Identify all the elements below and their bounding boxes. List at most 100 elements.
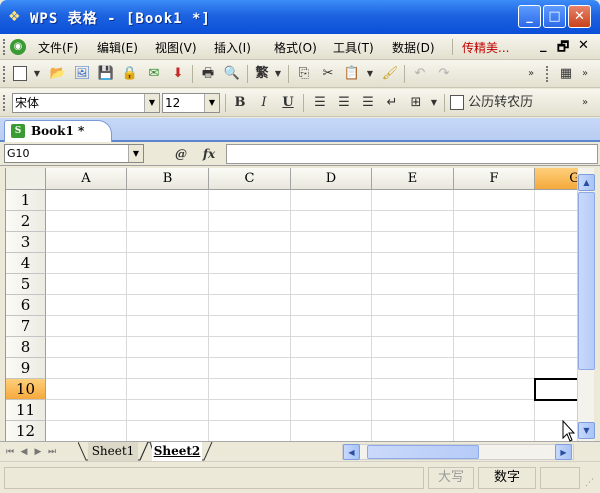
menu-data[interactable]: 数据(D) [392, 39, 435, 56]
column-header-a[interactable]: A [46, 168, 127, 190]
align-center-icon[interactable]: ☰ [334, 93, 354, 113]
formula-input[interactable] [226, 144, 598, 164]
row-header-12[interactable]: 12 [6, 421, 46, 441]
menubar-grip[interactable] [3, 39, 6, 55]
maximize-button[interactable]: □ [543, 5, 566, 28]
paste-icon[interactable]: 📋 [342, 64, 362, 84]
merge-dropdown-icon[interactable]: ▼ [428, 93, 440, 113]
format-painter-icon[interactable]: 🖌 [380, 64, 400, 84]
align-right-icon[interactable]: ☰ [358, 93, 378, 113]
close-button[interactable]: ✕ [568, 5, 591, 28]
cut-icon[interactable]: ✂ [318, 64, 338, 84]
row-header-5[interactable]: 5 [6, 274, 46, 295]
scroll-up-icon[interactable]: ▲ [578, 174, 595, 191]
align-left-icon[interactable]: ☰ [310, 93, 330, 113]
sheet-toolbar-icon[interactable]: ▦ [556, 64, 576, 84]
name-box[interactable]: G10 ▼ [4, 144, 144, 163]
row-header-8[interactable]: 8 [6, 337, 46, 358]
column-header-f[interactable]: F [454, 168, 535, 190]
row-header-11[interactable]: 11 [6, 400, 46, 421]
last-sheet-icon[interactable]: ⏭ [46, 445, 58, 459]
merge-cells-icon[interactable]: ⊞ [406, 93, 426, 113]
insert-function-icon[interactable]: fx [200, 145, 218, 163]
column-header-g[interactable]: G [535, 168, 577, 190]
row-header-7[interactable]: 7 [6, 316, 46, 337]
menu-edit[interactable]: 编辑(E) [97, 39, 138, 56]
vertical-scrollbar[interactable]: ▲ ▼ [577, 168, 595, 441]
row-header-3[interactable]: 3 [6, 232, 46, 253]
row-header-10[interactable]: 10 [6, 379, 46, 400]
copy-icon[interactable]: ⎘ [294, 64, 314, 84]
row-header-6[interactable]: 6 [6, 295, 46, 316]
column-header-e[interactable]: E [372, 168, 454, 190]
chevron-down-icon[interactable]: ▼ [204, 94, 219, 112]
menu-special-templates[interactable]: 传精美... [462, 39, 509, 56]
menu-format[interactable]: 格式(O) [274, 39, 317, 56]
sheet-tab-sheet1[interactable]: Sheet1 [88, 442, 138, 461]
title-bar[interactable]: ❖ WPS 表格 - [Book1 *] _ □ ✕ [0, 0, 600, 34]
selected-cell-g10[interactable] [534, 378, 577, 401]
font-name-select[interactable]: 宋体 ▼ [12, 93, 160, 113]
print-preview-icon[interactable]: 🔍 [222, 64, 242, 84]
horizontal-scrollbar[interactable]: ◀ ▶ [342, 444, 574, 460]
column-header-c[interactable]: C [209, 168, 291, 190]
open-folder-icon[interactable]: 📂 [48, 64, 68, 84]
document-menu-icon[interactable]: ◉ [10, 39, 26, 55]
menu-insert[interactable]: 插入(I) [214, 39, 251, 56]
row-header-2[interactable]: 2 [6, 211, 46, 232]
solar-to-lunar-button[interactable]: 公历转农历 [450, 93, 576, 113]
doc-close-button[interactable]: ✕ [578, 38, 589, 53]
menu-view[interactable]: 视图(V) [155, 39, 197, 56]
column-header-d[interactable]: D [291, 168, 372, 190]
sheet-tab-sheet2[interactable]: Sheet2 [152, 442, 202, 461]
bold-button[interactable]: B [230, 93, 250, 113]
doc-restore-button[interactable]: 🗗 [557, 38, 569, 60]
traditional-chinese-button[interactable]: 繁 [252, 64, 272, 84]
menu-tools[interactable]: 工具(T) [333, 39, 374, 56]
row-header-4[interactable]: 4 [6, 253, 46, 274]
menu-file[interactable]: 文件(F) [38, 39, 78, 56]
chevron-down-icon[interactable]: ▼ [128, 145, 143, 162]
toolbar-overflow-icon[interactable]: » [524, 64, 538, 84]
traditional-dropdown-icon[interactable]: ▼ [272, 64, 284, 84]
save-icon[interactable]: 💾 [96, 64, 116, 84]
select-all-corner[interactable] [6, 168, 46, 190]
doc-minimize-button[interactable]: _ [540, 38, 547, 53]
next-sheet-icon[interactable]: ▶ [32, 445, 44, 459]
scroll-left-icon[interactable]: ◀ [343, 444, 360, 460]
mail-icon[interactable]: ✉ [144, 64, 164, 84]
toolbar-grip[interactable] [3, 95, 6, 111]
underline-button[interactable]: U [278, 93, 298, 113]
resize-grip-icon[interactable]: ⋰ [585, 478, 597, 490]
search-icon[interactable]: @ [172, 145, 190, 163]
workbook-tab[interactable]: S Book1 * [4, 120, 112, 142]
permission-icon[interactable]: 🔒 [120, 64, 140, 84]
toolbar-overflow-icon[interactable]: » [578, 64, 592, 84]
new-dropdown-icon[interactable]: ▼ [31, 64, 43, 84]
open-web-icon[interactable]: 🖼 [72, 64, 92, 84]
chevron-down-icon[interactable]: ▼ [144, 94, 159, 112]
toolbar-grip[interactable] [3, 66, 6, 82]
wrap-text-icon[interactable]: ↵ [382, 93, 402, 113]
previous-sheet-icon[interactable]: ◀ [18, 445, 30, 459]
undo-icon[interactable]: ↶ [410, 64, 430, 84]
first-sheet-icon[interactable]: ⏮ [4, 445, 16, 459]
redo-icon[interactable]: ↷ [434, 64, 454, 84]
toolbar-overflow-icon[interactable]: » [578, 93, 592, 113]
new-document-icon[interactable] [10, 64, 30, 84]
italic-button[interactable]: I [254, 93, 274, 113]
toolbar-grip[interactable] [546, 66, 549, 82]
scroll-right-icon[interactable]: ▶ [555, 444, 572, 460]
scroll-down-icon[interactable]: ▼ [578, 422, 595, 439]
paste-dropdown-icon[interactable]: ▼ [364, 64, 376, 84]
row-header-1[interactable]: 1 [6, 190, 46, 211]
minimize-button[interactable]: _ [518, 5, 541, 28]
vertical-scroll-thumb[interactable] [578, 192, 595, 370]
wps-app-icon[interactable]: ❖ [8, 9, 24, 25]
column-header-b[interactable]: B [127, 168, 209, 190]
font-size-select[interactable]: 12 ▼ [162, 93, 220, 113]
horizontal-scroll-thumb[interactable] [367, 445, 479, 459]
worksheet-grid[interactable]: A B C D E F G 1 2 3 4 5 6 7 8 9 10 11 12 [5, 168, 577, 441]
row-header-9[interactable]: 9 [6, 358, 46, 379]
export-pdf-icon[interactable]: ⬇ [168, 64, 188, 84]
